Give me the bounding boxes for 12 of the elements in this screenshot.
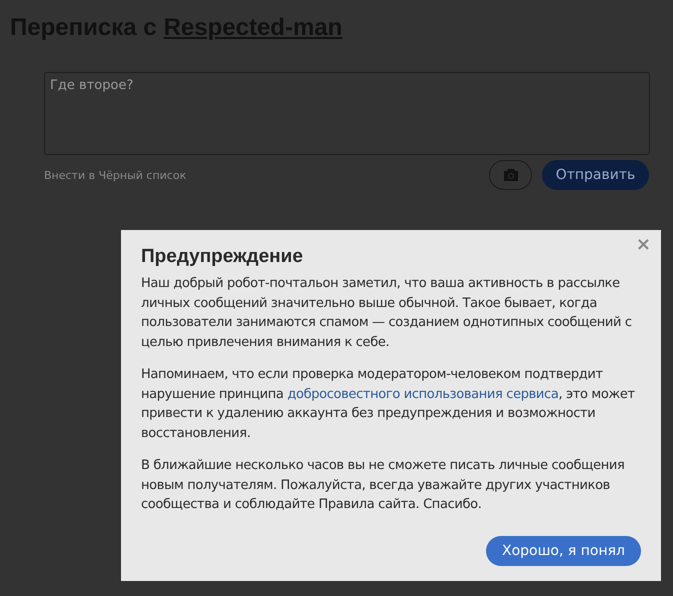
- camera-button[interactable]: [489, 160, 532, 190]
- dialog-paragraph: Наш добрый робот-почтальон заметил, что ваша активность в рассылке личных сообщений значительно выше обычной. Такое бывает, когда пользователи занимаются спамом — созданием однотипных сообщений с целью привлечения внимания к себе.: [141, 275, 633, 352]
- camera-icon: [502, 168, 518, 182]
- send-button[interactable]: Отправить: [542, 160, 649, 190]
- dialog-paragraph: В ближайшие несколько часов вы не сможете писать личные сообщения новым получателям. Пожалуйста, всегда уважайте других участников сообщества и соблюдайте Правила сайта. Спасибо.: [141, 457, 626, 514]
- blacklist-link[interactable]: Внести в Чёрный список: [44, 168, 186, 182]
- ok-button[interactable]: Хорошо, я понял: [486, 536, 641, 566]
- policy-link[interactable]: добросовестного использования сервиса: [287, 386, 558, 402]
- dialog-paragraph: Напоминаем, что если проверка модератором-человеком подтвердит нарушение принципа добросовестного использования сервиса, это может привести к удалению аккаунта без предупреждения и возможности восстановления.: [141, 366, 636, 442]
- dialog-title: Предупреждение: [141, 246, 304, 268]
- close-button[interactable]: ×: [636, 234, 651, 255]
- message-field[interactable]: Где второе?: [44, 72, 650, 155]
